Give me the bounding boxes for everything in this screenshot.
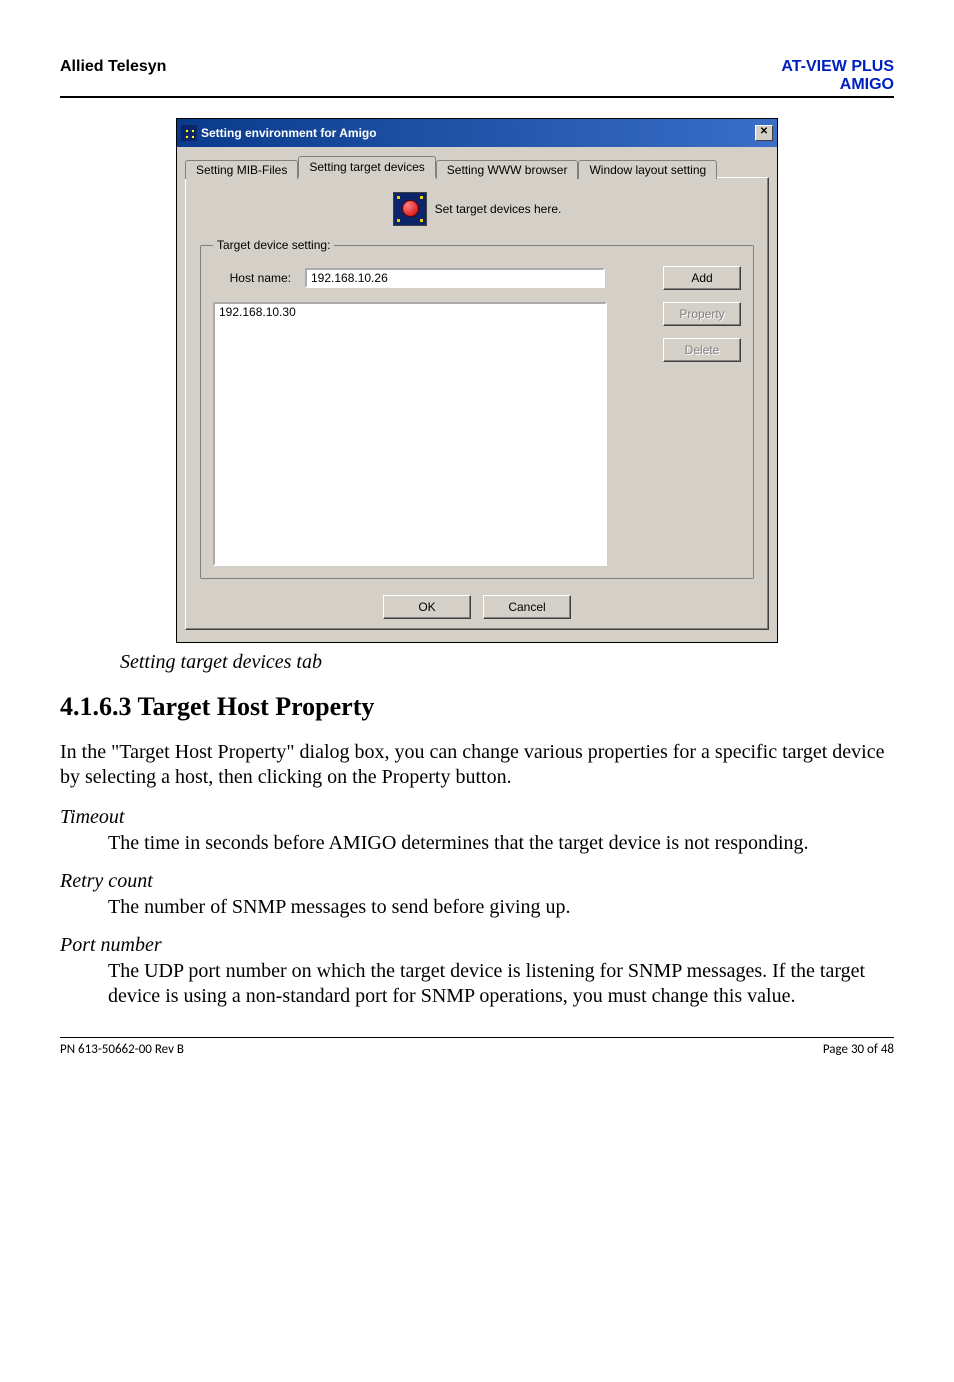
def-timeout: The time in seconds before AMIGO determi… bbox=[108, 831, 894, 856]
target-device-group: Target device setting: Host name: Add 19… bbox=[200, 238, 754, 579]
cancel-button[interactable]: Cancel bbox=[483, 595, 571, 619]
term-port: Port number bbox=[60, 934, 894, 957]
list-item[interactable]: 192.168.10.30 bbox=[215, 304, 605, 320]
term-retry: Retry count bbox=[60, 870, 894, 893]
settings-dialog: Setting environment for Amigo ✕ Setting … bbox=[176, 118, 778, 643]
close-icon[interactable]: ✕ bbox=[755, 125, 773, 141]
section-heading: 4.1.6.3 Target Host Property bbox=[60, 692, 894, 722]
app-icon bbox=[181, 125, 197, 141]
add-button[interactable]: Add bbox=[663, 266, 741, 290]
tab-mib-files[interactable]: Setting MIB-Files bbox=[185, 160, 298, 179]
titlebar: Setting environment for Amigo ✕ bbox=[177, 119, 777, 147]
ok-button[interactable]: OK bbox=[383, 595, 471, 619]
footer-divider bbox=[60, 1037, 894, 1038]
property-button[interactable]: Property bbox=[663, 302, 741, 326]
dialog-title: Setting environment for Amigo bbox=[201, 126, 755, 140]
tab-window-layout[interactable]: Window layout setting bbox=[578, 160, 717, 179]
def-retry: The number of SNMP messages to send befo… bbox=[108, 895, 894, 920]
figure-caption: Setting target devices tab bbox=[120, 651, 894, 674]
hint-icon bbox=[393, 192, 427, 226]
host-name-input[interactable] bbox=[305, 268, 605, 288]
term-timeout: Timeout bbox=[60, 806, 894, 829]
footer-left: PN 613-50662-00 Rev B bbox=[60, 1042, 184, 1057]
product-name: AT-VIEW PLUS bbox=[781, 58, 894, 75]
tab-panel-target-devices: Set target devices here. Target device s… bbox=[185, 177, 769, 630]
def-port: The UDP port number on which the target … bbox=[108, 959, 894, 1009]
product-sub: AMIGO bbox=[840, 76, 894, 93]
intro-paragraph: In the "Target Host Property" dialog box… bbox=[60, 740, 894, 790]
device-listbox[interactable]: 192.168.10.30 bbox=[213, 302, 607, 566]
group-legend: Target device setting: bbox=[213, 238, 334, 252]
doc-header-right: AT-VIEW PLUS AMIGO bbox=[781, 58, 894, 94]
doc-header-left: Allied Telesyn bbox=[60, 58, 166, 76]
tab-www-browser[interactable]: Setting WWW browser bbox=[436, 160, 579, 179]
tab-strip: Setting MIB-Files Setting target devices… bbox=[185, 155, 769, 177]
header-divider bbox=[60, 96, 894, 98]
footer-right: Page 30 of 48 bbox=[823, 1042, 894, 1057]
delete-button[interactable]: Delete bbox=[663, 338, 741, 362]
host-name-label: Host name: bbox=[213, 271, 295, 285]
hint-text: Set target devices here. bbox=[435, 202, 562, 216]
tab-target-devices[interactable]: Setting target devices bbox=[298, 156, 435, 178]
